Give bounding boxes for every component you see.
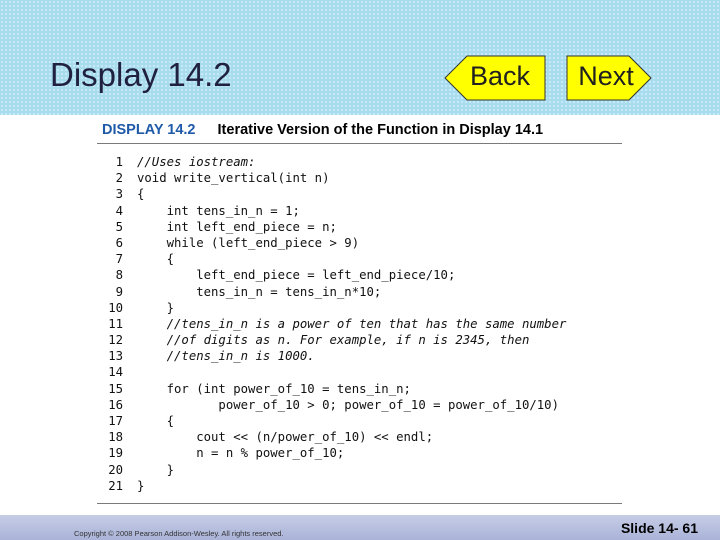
code-text: power_of_10 > 0; power_of_10 = power_of_… (137, 397, 559, 412)
slide-footer: Copyright © 2008 Pearson Addison-Wesley.… (0, 515, 720, 540)
slide-number: Slide 14- 61 (620, 520, 698, 536)
code-line: 18 cout << (n/power_of_10) << endl; (97, 429, 622, 445)
line-number: 6 (115, 235, 123, 250)
back-button-label: Back (469, 61, 531, 91)
code-line: 19 n = n % power_of_10; (97, 445, 622, 461)
code-text: { (137, 187, 145, 202)
code-text: //of digits as n. For example, if n is 2… (137, 333, 530, 348)
code-text: int tens_in_n = 1; (137, 203, 300, 218)
line-number: 15 (108, 381, 123, 396)
code-text: n = n % power_of_10; (137, 446, 345, 461)
line-number: 4 (115, 203, 123, 218)
code-text: left_end_piece = left_end_piece/10; (137, 268, 456, 283)
code-line: 15 for (int power_of_10 = tens_in_n; (97, 381, 622, 397)
line-number: 11 (108, 316, 123, 331)
code-line: 9 tens_in_n = tens_in_n*10; (97, 284, 622, 300)
code-text: //tens_in_n is 1000. (137, 349, 315, 364)
code-text: //Uses iostream: (137, 155, 256, 169)
code-line: 20 } (97, 462, 622, 478)
copyright-text: Copyright © 2008 Pearson Addison-Wesley.… (74, 529, 284, 538)
line-number: 3 (115, 187, 123, 202)
code-line: 4 int tens_in_n = 1; (97, 203, 622, 219)
display-number: DISPLAY 14.2 (102, 122, 196, 138)
code-text: { (137, 252, 175, 267)
line-number: 21 (108, 478, 123, 493)
code-line: 1 //Uses iostream: (97, 154, 622, 170)
code-line: 8 left_end_piece = left_end_piece/10; (97, 267, 622, 283)
line-number: 19 (108, 446, 123, 461)
code-display: DISPLAY 14.2 Iterative Version of the Fu… (97, 117, 622, 494)
line-number: 10 (108, 300, 123, 315)
code-text: for (int power_of_10 = tens_in_n; (137, 381, 411, 396)
line-number: 18 (108, 430, 123, 445)
next-button-label: Next (578, 61, 634, 91)
code-text: } (137, 300, 175, 315)
code-text: tens_in_n = tens_in_n*10; (137, 284, 382, 299)
code-text: } (137, 462, 175, 477)
line-number: 14 (108, 365, 123, 380)
code-line: 7 { (97, 251, 622, 267)
code-line: 3{ (97, 186, 622, 202)
code-line: 16 power_of_10 > 0; power_of_10 = power_… (97, 397, 622, 413)
line-number: 5 (115, 219, 123, 234)
code-line: 14 (97, 364, 622, 380)
line-number: 1 (115, 155, 123, 169)
code-bottom-divider (97, 503, 622, 504)
back-button[interactable]: Back (444, 55, 546, 101)
line-number: 13 (108, 349, 123, 364)
line-number: 20 (108, 462, 123, 477)
code-listing: 1 //Uses iostream: 2 void write_vertical(in… (97, 154, 622, 494)
code-text: cout << (n/power_of_10) << endl; (137, 430, 434, 445)
code-line: 13 //tens_in_n is 1000. (97, 348, 622, 364)
code-text: //tens_in_n is a power of ten that has t… (137, 316, 567, 331)
code-line: 21} (97, 478, 622, 494)
display-caption: DISPLAY 14.2 Iterative Version of the Fu… (97, 117, 622, 141)
line-number: 8 (115, 268, 123, 283)
caption-divider (97, 143, 622, 144)
slide-title: Display 14.2 (50, 56, 232, 93)
line-number: 12 (108, 333, 123, 348)
code-text: while (left_end_piece > 9) (137, 235, 360, 250)
line-number: 17 (108, 414, 123, 428)
code-text: void write_vertical(int n) (137, 171, 330, 186)
code-text: int left_end_piece = n; (137, 219, 337, 234)
code-line: 12 //of digits as n. For example, if n i… (97, 332, 622, 348)
code-text: { (137, 414, 175, 428)
code-line: 11 //tens_in_n is a power of ten that ha… (97, 316, 622, 332)
code-text: } (137, 478, 145, 493)
code-line: 6 while (left_end_piece > 9) (97, 235, 622, 251)
code-line: 17 { (97, 413, 622, 429)
line-number: 9 (115, 284, 123, 299)
next-button[interactable]: Next (566, 55, 652, 101)
code-line: 5 int left_end_piece = n; (97, 219, 622, 235)
display-caption-text: Iterative Version of the Function in Dis… (217, 122, 544, 138)
code-line: 10 } (97, 300, 622, 316)
line-number: 16 (108, 397, 123, 412)
line-number: 2 (115, 171, 123, 186)
line-number: 7 (115, 252, 123, 267)
slide-header: Display 14.2 Back Next (0, 0, 720, 115)
code-line: 2 void write_vertical(int n) (97, 170, 622, 186)
